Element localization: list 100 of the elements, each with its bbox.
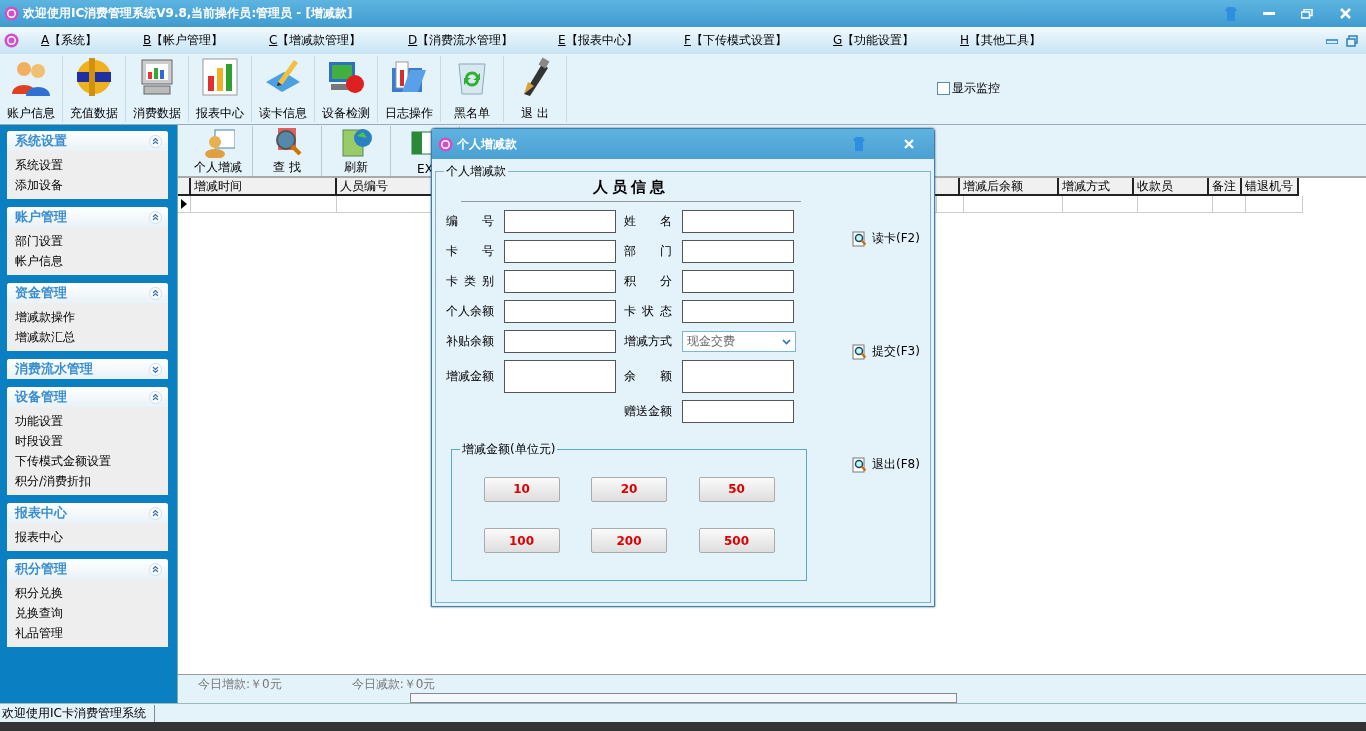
collapse-icon[interactable] bbox=[149, 210, 162, 224]
toolbar-button[interactable]: 刷新 bbox=[322, 126, 391, 176]
toolbar-button[interactable]: 充值数据 bbox=[63, 56, 126, 122]
field-label: 姓名 bbox=[624, 213, 672, 230]
close-icon[interactable] bbox=[1339, 8, 1351, 19]
field-label: 增减金额 bbox=[446, 368, 494, 385]
field-label: 部门 bbox=[624, 243, 672, 260]
restore-icon[interactable] bbox=[1346, 34, 1358, 47]
logo-icon bbox=[4, 6, 19, 21]
menu-item[interactable]: B【帐户管理】 bbox=[121, 32, 247, 49]
input-field[interactable] bbox=[504, 240, 616, 263]
amount-button[interactable]: 10 bbox=[483, 476, 560, 502]
collapse-icon[interactable] bbox=[149, 390, 162, 404]
menu-item[interactable]: G【功能设置】 bbox=[811, 32, 938, 49]
amount-button[interactable]: 100 bbox=[483, 528, 560, 554]
toolbar-button[interactable]: 读卡信息 bbox=[252, 56, 315, 122]
menu-item[interactable]: E【报表中心】 bbox=[536, 32, 662, 49]
sidebar-item[interactable]: 报表中心 bbox=[7, 527, 168, 547]
group-title: 消费流水管理 bbox=[15, 360, 93, 378]
group-title: 设备管理 bbox=[15, 388, 67, 406]
checkbox[interactable] bbox=[937, 81, 950, 95]
column-header[interactable]: 错退机号 bbox=[1242, 178, 1299, 196]
toolbar-button[interactable]: 消费数据 bbox=[126, 56, 189, 122]
menu-item[interactable]: F【下传模式设置】 bbox=[662, 32, 811, 49]
sidebar-item[interactable]: 系统设置 bbox=[7, 155, 168, 175]
column-header[interactable]: 增减时间 bbox=[191, 178, 337, 196]
scrollbar[interactable] bbox=[410, 693, 957, 703]
sidebar-item[interactable]: 下传模式金额设置 bbox=[7, 451, 168, 471]
sidebar-item[interactable]: 增减款操作 bbox=[7, 307, 168, 327]
minimize-icon[interactable] bbox=[1326, 37, 1338, 44]
input-field[interactable] bbox=[504, 270, 616, 293]
input-field[interactable] bbox=[504, 330, 616, 353]
sidebar-item[interactable]: 部门设置 bbox=[7, 231, 168, 251]
payment-method-select[interactable]: 现金交费 bbox=[682, 331, 796, 352]
sidebar-item[interactable]: 积分兑换 bbox=[7, 583, 168, 603]
input-field[interactable] bbox=[682, 400, 794, 423]
search-icon bbox=[852, 456, 868, 473]
amount-button[interactable]: 500 bbox=[698, 528, 775, 554]
toolbar-button[interactable]: 黑名单 bbox=[441, 56, 504, 122]
input-field[interactable] bbox=[682, 360, 794, 393]
input-field[interactable] bbox=[682, 240, 794, 263]
toolbar-button[interactable]: 报表中心 bbox=[189, 56, 252, 122]
collapse-icon[interactable] bbox=[149, 286, 162, 300]
menu-item[interactable]: A【系统】 bbox=[19, 32, 121, 49]
amount-button[interactable]: 20 bbox=[591, 476, 667, 502]
checkbox-label: 显示监控 bbox=[952, 79, 1000, 97]
sidebar-item[interactable]: 礼品管理 bbox=[7, 623, 168, 643]
toolbar-button[interactable]: 设备检测 bbox=[315, 56, 378, 122]
table-cell bbox=[1246, 196, 1303, 213]
input-field[interactable] bbox=[504, 360, 616, 393]
field-label: 余额 bbox=[624, 368, 672, 385]
column-header[interactable]: 增减方式 bbox=[1059, 178, 1134, 196]
close-icon[interactable] bbox=[904, 139, 914, 149]
input-field[interactable] bbox=[682, 270, 794, 293]
collapse-icon[interactable] bbox=[149, 134, 162, 148]
action-button[interactable]: 退出(F8) bbox=[852, 456, 930, 473]
expand-icon[interactable] bbox=[149, 362, 162, 376]
summary-text: 今日减款:￥0元 bbox=[351, 675, 436, 693]
toolbar-button[interactable]: 账户信息 bbox=[0, 56, 63, 122]
group-title: 系统设置 bbox=[15, 132, 67, 150]
field-label: 编号 bbox=[446, 213, 494, 230]
field-label: 卡号 bbox=[446, 243, 494, 260]
menu-item[interactable]: D【消费流水管理】 bbox=[386, 32, 536, 49]
minimize-icon[interactable] bbox=[1263, 11, 1275, 16]
column-header[interactable]: 增减后余额 bbox=[960, 178, 1059, 196]
column-header[interactable]: 收款员 bbox=[1134, 178, 1209, 196]
collapse-icon[interactable] bbox=[149, 562, 162, 576]
search-icon bbox=[852, 230, 868, 247]
input-field[interactable] bbox=[682, 210, 794, 233]
action-button[interactable]: 提交(F3) bbox=[852, 343, 930, 360]
table-cell bbox=[937, 196, 964, 213]
column-header[interactable] bbox=[933, 178, 960, 196]
restore-icon[interactable] bbox=[1301, 8, 1313, 19]
sidebar-item[interactable]: 时段设置 bbox=[7, 431, 168, 451]
field-label: 积分 bbox=[624, 273, 672, 290]
amount-button[interactable]: 50 bbox=[698, 476, 775, 502]
sidebar-item[interactable]: 增减款汇总 bbox=[7, 327, 168, 347]
amount-button[interactable]: 200 bbox=[591, 528, 667, 554]
column-header[interactable]: 备注 bbox=[1209, 178, 1242, 196]
row-header bbox=[178, 178, 191, 196]
menu-item[interactable]: C【增减款管理】 bbox=[247, 32, 386, 49]
sidebar-item[interactable]: 帐户信息 bbox=[7, 251, 168, 271]
table-cell bbox=[1213, 196, 1246, 213]
logo-icon bbox=[438, 136, 453, 152]
toolbar-button[interactable]: 退 出 bbox=[504, 56, 567, 122]
input-field[interactable] bbox=[504, 210, 616, 233]
toolbar-button[interactable]: 个人增减 bbox=[184, 126, 253, 176]
sidebar-item[interactable]: 兑换查询 bbox=[7, 603, 168, 623]
toolbar-button[interactable]: 查 找 bbox=[253, 126, 322, 176]
collapse-icon[interactable] bbox=[149, 506, 162, 520]
menu-item[interactable]: H【其他工具】 bbox=[938, 32, 1050, 49]
field-label: 增减方式 bbox=[624, 333, 672, 350]
sidebar-item[interactable]: 积分/消费折扣 bbox=[7, 471, 168, 491]
group-title: 账户管理 bbox=[15, 208, 67, 226]
action-button[interactable]: 读卡(F2) bbox=[852, 230, 930, 247]
input-field[interactable] bbox=[504, 300, 616, 323]
toolbar-button[interactable]: 日志操作 bbox=[378, 56, 441, 122]
input-field[interactable] bbox=[682, 300, 794, 323]
sidebar-item[interactable]: 功能设置 bbox=[7, 411, 168, 431]
sidebar-item[interactable]: 添加设备 bbox=[7, 175, 168, 195]
